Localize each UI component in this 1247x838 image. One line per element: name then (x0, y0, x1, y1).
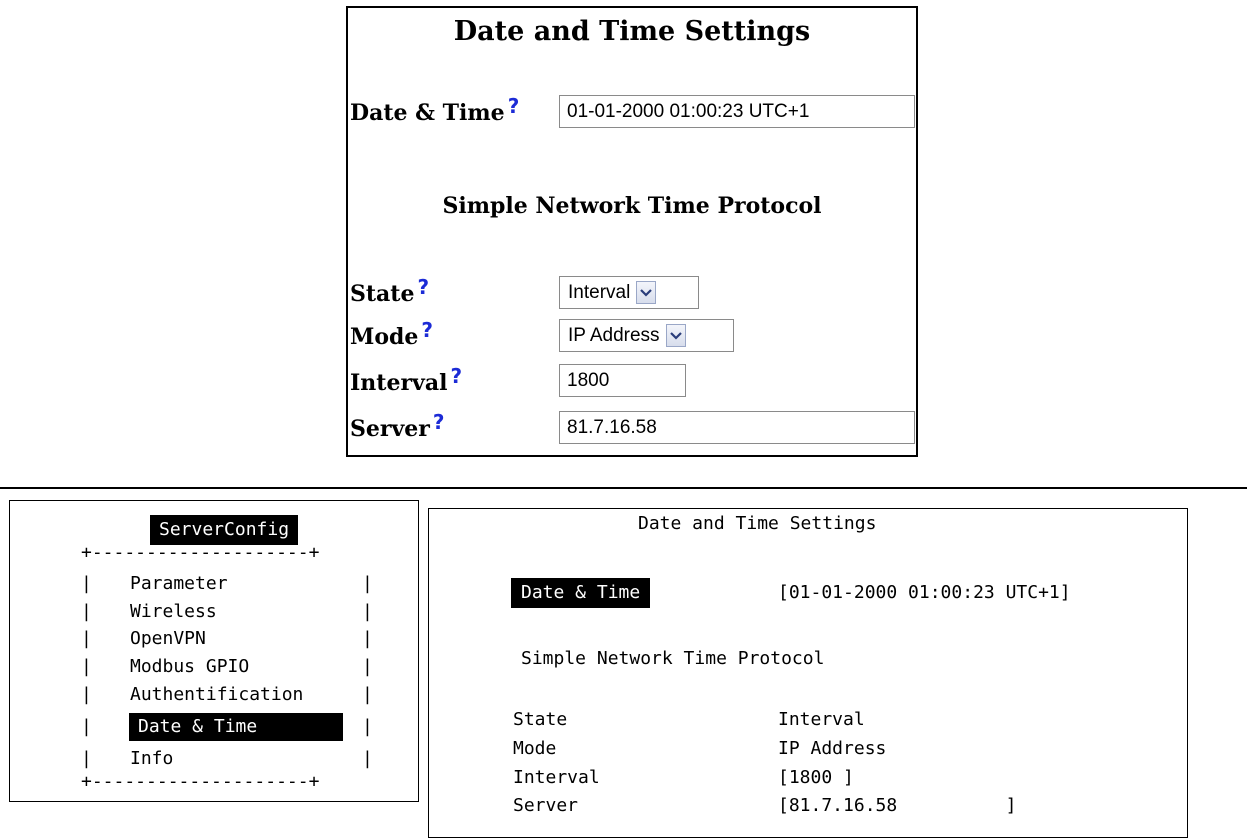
datetime-input[interactable] (559, 95, 915, 128)
state-select[interactable]: Interval (559, 276, 699, 309)
help-icon[interactable]: ? (450, 364, 462, 388)
menu-border-right: | (362, 601, 373, 622)
menu-border-left: | (81, 656, 92, 677)
menu-border-right: | (362, 628, 373, 649)
sntp-section-title: Simple Network Time Protocol (442, 193, 822, 219)
menu-border-left: | (81, 601, 92, 622)
terminal-server-label: Server (513, 795, 579, 816)
terminal-datetime-value[interactable]: [01-01-2000 01:00:23 UTC+1] (778, 581, 1071, 605)
interval-input[interactable] (559, 364, 686, 397)
terminal-mode-label: Mode (513, 738, 557, 759)
terminal-state-label: State (513, 709, 568, 730)
state-select-value: Interval (568, 281, 631, 303)
terminal-sntp-title: Simple Network Time Protocol (521, 648, 825, 669)
server-input[interactable] (559, 411, 915, 444)
terminal-interval-value[interactable]: [1800 ] (778, 766, 854, 790)
interval-label-text: Interval (350, 370, 448, 396)
menu-border-right: | (362, 684, 373, 705)
terminal-settings-panel: Date and Time Settings Date & Time [01-0… (428, 508, 1188, 838)
datetime-label: Date & Time? (350, 94, 519, 126)
menu-border-right: | (362, 656, 373, 677)
mode-label: Mode? (350, 318, 433, 350)
help-icon[interactable]: ? (421, 318, 433, 342)
state-label: State? (350, 275, 429, 307)
menu-item-date-time[interactable]: Date & Time (129, 713, 343, 741)
menu-item-openvpn[interactable]: OpenVPN (130, 627, 206, 651)
menu-border-left: | (81, 628, 92, 649)
menu-item-wireless[interactable]: Wireless (130, 600, 217, 624)
menu-item-info[interactable]: Info (130, 747, 173, 771)
mode-label-text: Mode (350, 324, 419, 350)
menu-border-top: +--------------------+ (81, 542, 320, 563)
menu-border-right: | (362, 573, 373, 594)
terminal-mode-value[interactable]: IP Address (778, 737, 886, 761)
help-icon[interactable]: ? (508, 94, 520, 118)
datetime-label-text: Date & Time (350, 100, 505, 126)
menu-item-parameter[interactable]: Parameter (130, 572, 228, 596)
divider (0, 487, 1247, 489)
menu-border-left: | (81, 684, 92, 705)
mode-select-value: IP Address (568, 324, 660, 346)
menu-border-bottom: +--------------------+ (81, 771, 320, 792)
menu-item-modbus-gpio[interactable]: Modbus GPIO (130, 655, 249, 679)
state-label-text: State (350, 281, 415, 307)
menu-border-right: | (362, 748, 373, 769)
mode-select[interactable]: IP Address (559, 319, 734, 352)
chevron-down-icon[interactable] (636, 281, 657, 304)
menu-border-left: | (81, 748, 92, 769)
help-icon[interactable]: ? (417, 275, 429, 299)
menu-border-left: | (81, 716, 92, 737)
chevron-down-icon[interactable] (665, 324, 686, 347)
terminal-server-value[interactable]: [81.7.16.58 ] (778, 794, 1016, 818)
menu-border-right: | (362, 716, 373, 737)
server-label-text: Server (350, 416, 430, 442)
terminal-datetime-label[interactable]: Date & Time (511, 578, 651, 608)
interval-label: Interval? (350, 364, 462, 396)
terminal-page-title: Date and Time Settings (638, 513, 877, 534)
terminal-state-value[interactable]: Interval (778, 708, 865, 732)
web-page-title: Date and Time Settings (453, 16, 811, 47)
menu-item-authentification[interactable]: Authentification (130, 683, 303, 707)
server-label: Server? (350, 410, 444, 442)
terminal-menu-panel: ServerConfig +--------------------+ | | … (9, 500, 419, 802)
menu-border-left: | (81, 573, 92, 594)
web-date-time-panel: Date and Time Settings Date & Time? Simp… (346, 6, 918, 457)
help-icon[interactable]: ? (433, 410, 445, 434)
terminal-interval-label: Interval (513, 767, 600, 788)
